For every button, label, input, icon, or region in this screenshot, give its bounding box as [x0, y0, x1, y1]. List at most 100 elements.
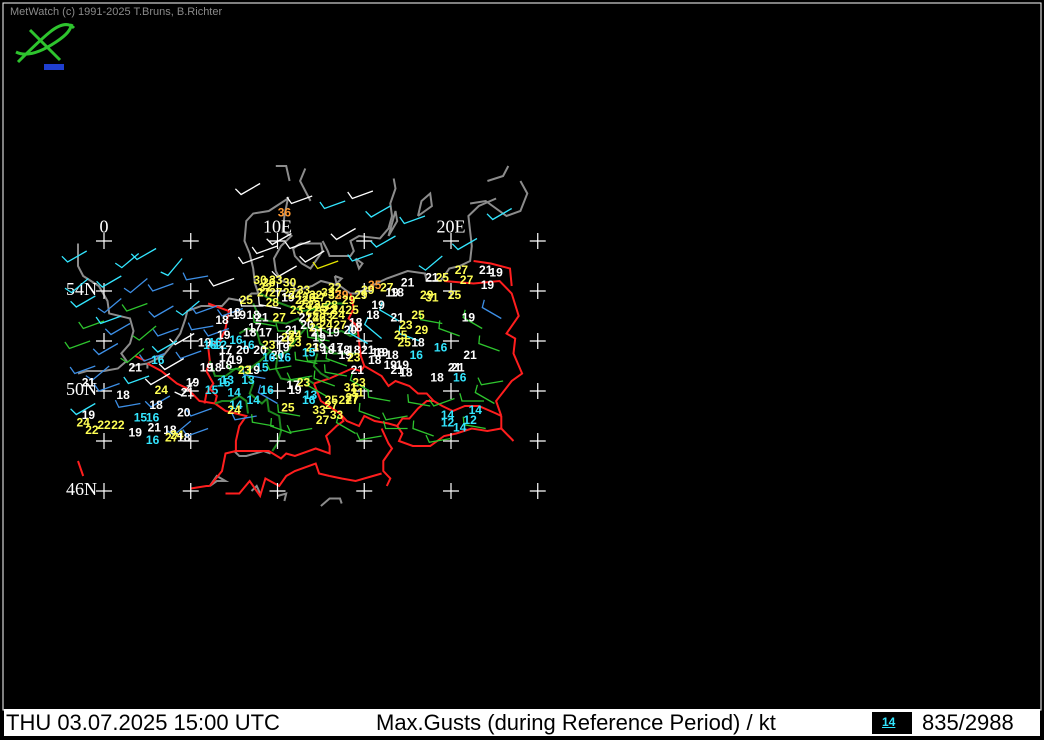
wind-barb	[412, 420, 434, 437]
wind-barb	[347, 190, 374, 200]
grid-cross	[529, 483, 546, 499]
gust-value[interactable]: 14	[247, 393, 261, 407]
wind-barb	[121, 302, 148, 312]
gust-value[interactable]: 22	[111, 418, 125, 432]
grid-cross	[529, 433, 546, 449]
gust-value[interactable]: 16	[151, 353, 165, 367]
country-border-15	[77, 460, 85, 477]
grid-cross	[96, 333, 112, 349]
gust-value[interactable]: 15	[302, 346, 316, 360]
gust-value[interactable]: 16	[260, 383, 274, 397]
gust-value[interactable]: 18	[219, 358, 233, 372]
country-border-7	[380, 428, 394, 487]
gust-value[interactable]: 25	[411, 308, 425, 322]
wind-barb	[152, 327, 179, 337]
wind-barb	[399, 215, 426, 225]
wind-barb	[175, 350, 202, 360]
map-frame: 0 10E 20E 54N 50N 46N 30 26 33 30 32 27 27 27 33 19 24 32…	[0, 0, 1044, 740]
wind-barb	[358, 402, 381, 420]
wind-barb	[96, 275, 122, 288]
grid-cross	[356, 483, 373, 499]
gust-value[interactable]: 22	[85, 423, 99, 437]
wind-barb	[64, 340, 91, 350]
grid-cross	[96, 483, 112, 499]
gust-value[interactable]: 18	[391, 286, 405, 300]
gust-value[interactable]: 19	[200, 361, 214, 375]
gust-value[interactable]: 21	[82, 376, 96, 390]
gust-value[interactable]: 25	[281, 401, 295, 415]
country-border-11	[190, 485, 210, 490]
coastline-12	[275, 165, 291, 182]
coastline-3	[291, 242, 324, 270]
gust-value[interactable]: 12	[463, 413, 477, 427]
gust-value[interactable]: 24	[227, 403, 241, 417]
gust-value[interactable]: 16	[146, 433, 160, 447]
wind-barb	[356, 432, 382, 441]
gust-value[interactable]: 19	[129, 426, 143, 440]
gust-value[interactable]: 21	[129, 361, 143, 375]
gust-value[interactable]: 28	[266, 296, 280, 310]
gust-value[interactable]: 21	[451, 361, 465, 375]
gust-value[interactable]: 18	[399, 366, 413, 380]
grid-cross	[182, 283, 199, 299]
gust-value[interactable]: 24	[155, 383, 169, 397]
gust-value[interactable]: 18	[366, 308, 380, 322]
grid-cross	[269, 483, 286, 499]
gust-value[interactable]: 25	[240, 293, 254, 307]
grid-cross	[443, 483, 459, 499]
gust-value[interactable]: 36	[278, 206, 292, 220]
gust-value[interactable]: 25	[448, 288, 462, 302]
coastline-5	[417, 191, 433, 217]
grid-cross	[356, 433, 373, 449]
gust-value[interactable]: 15	[205, 383, 219, 397]
gust-value[interactable]: 33	[330, 408, 344, 422]
gust-value[interactable]: 19	[288, 383, 302, 397]
coastline-18	[320, 497, 343, 507]
gust-value[interactable]: 16	[410, 348, 424, 362]
gust-value[interactable]: 20	[177, 406, 191, 420]
gust-value[interactable]: 21	[463, 348, 477, 362]
gust-value[interactable]: 18	[227, 306, 241, 320]
coastline-4	[321, 178, 397, 257]
metwatch-logo	[15, 23, 76, 70]
wind-barb	[61, 250, 88, 263]
gust-value[interactable]: 27	[345, 393, 359, 407]
grid-cross	[182, 233, 199, 249]
wind-barb	[330, 227, 356, 241]
gust-value[interactable]: 23	[288, 336, 302, 350]
gust-value[interactable]: 19	[326, 326, 340, 340]
country-border-8	[329, 472, 382, 483]
wind-barb	[299, 250, 325, 263]
gust-value[interactable]: 13	[241, 373, 255, 387]
gust-value[interactable]: 18	[177, 431, 191, 445]
wind-barb	[147, 282, 174, 292]
gust-value[interactable]: 18	[116, 388, 130, 402]
gust-value[interactable]: 16	[278, 351, 292, 365]
wind-barb	[182, 272, 209, 281]
gust-value[interactable]: 31	[425, 291, 439, 305]
gust-value[interactable]: 18	[430, 371, 444, 385]
gust-value[interactable]: 19	[384, 358, 398, 372]
gust-value[interactable]: 27	[316, 413, 330, 427]
wind-barb	[151, 340, 178, 353]
gust-value[interactable]: 18	[215, 313, 229, 327]
coastline-17	[277, 492, 288, 502]
grid-label-5: 46N	[66, 479, 97, 499]
wind-barb	[477, 377, 504, 386]
gust-value[interactable]: 21	[425, 271, 439, 285]
gust-value[interactable]: 29	[354, 288, 368, 302]
gust-value[interactable]: 20	[344, 323, 358, 337]
gust-value[interactable]: 21	[181, 386, 195, 400]
gust-value[interactable]: 27	[460, 273, 474, 287]
coastline-11	[298, 168, 312, 202]
weather-map[interactable]: 0 10E 20E54N50N46N302633 30322727 27 331924 32…	[0, 0, 1044, 740]
grid-label-3: 54N	[66, 279, 97, 299]
wind-barb	[418, 255, 443, 271]
wind-barb	[95, 315, 122, 325]
gust-value[interactable]: 19	[481, 278, 495, 292]
status-datetime: THU 03.07.2025 15:00 UTC	[6, 710, 280, 735]
gust-value[interactable]: 22	[97, 418, 111, 432]
gust-value[interactable]: 16	[434, 341, 448, 355]
gust-value[interactable]: 19	[462, 311, 476, 325]
wind-barb	[312, 260, 339, 270]
